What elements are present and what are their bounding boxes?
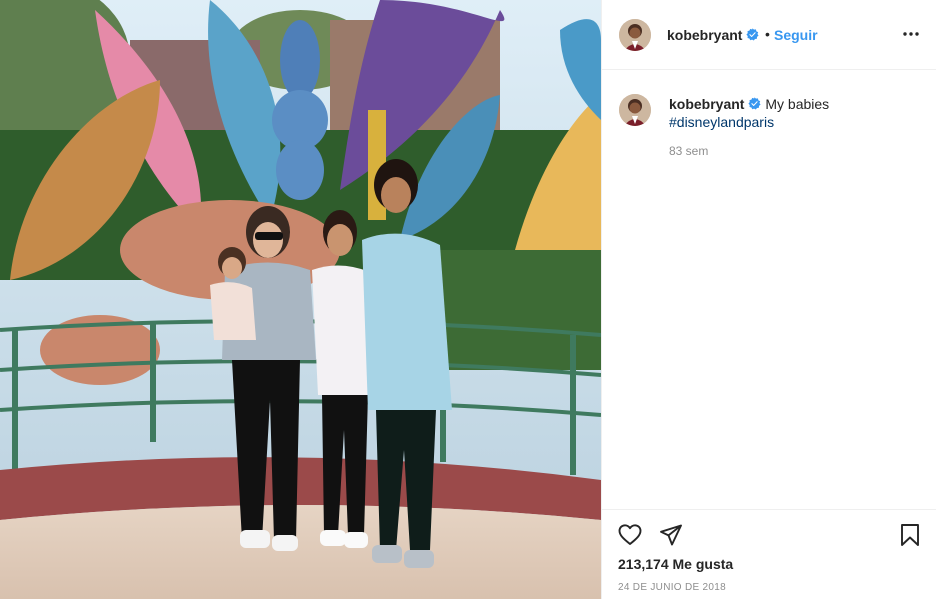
username-text: kobebryant (667, 27, 743, 43)
bookmark-icon[interactable] (898, 523, 922, 547)
photo-illustration (0, 0, 601, 599)
post-actions: 213,174 Me gusta 24 DE JUNIO DE 2018 (602, 509, 936, 599)
post-details-panel: kobebryant • Seguir kobebryant My babies… (601, 0, 936, 599)
avatar[interactable] (619, 19, 651, 51)
follow-button[interactable]: Seguir (774, 27, 818, 43)
separator-dot: • (765, 26, 770, 42)
post-header: kobebryant • Seguir (602, 0, 936, 70)
post-photo[interactable] (0, 0, 601, 599)
more-options-icon[interactable] (902, 24, 920, 44)
caption-text: My babies (765, 96, 830, 112)
caption-username-text: kobebryant (669, 96, 745, 112)
likes-count[interactable]: 213,174 Me gusta (618, 556, 733, 572)
avatar[interactable] (619, 94, 651, 126)
caption-username[interactable]: kobebryant (669, 96, 762, 112)
heart-icon[interactable] (618, 523, 642, 547)
avatar-image (619, 19, 651, 51)
hashtag-link[interactable]: #disneylandparis (669, 114, 774, 130)
verified-badge-icon (746, 28, 760, 41)
avatar-image (619, 94, 651, 126)
caption-text-block: kobebryant My babies #disneylandparis (669, 95, 919, 131)
verified-badge-icon (748, 97, 762, 110)
share-icon[interactable] (659, 523, 683, 547)
post-date: 24 DE JUNIO DE 2018 (618, 582, 726, 593)
username-link[interactable]: kobebryant (667, 27, 760, 43)
comment-timestamp[interactable]: 83 sem (669, 144, 708, 158)
